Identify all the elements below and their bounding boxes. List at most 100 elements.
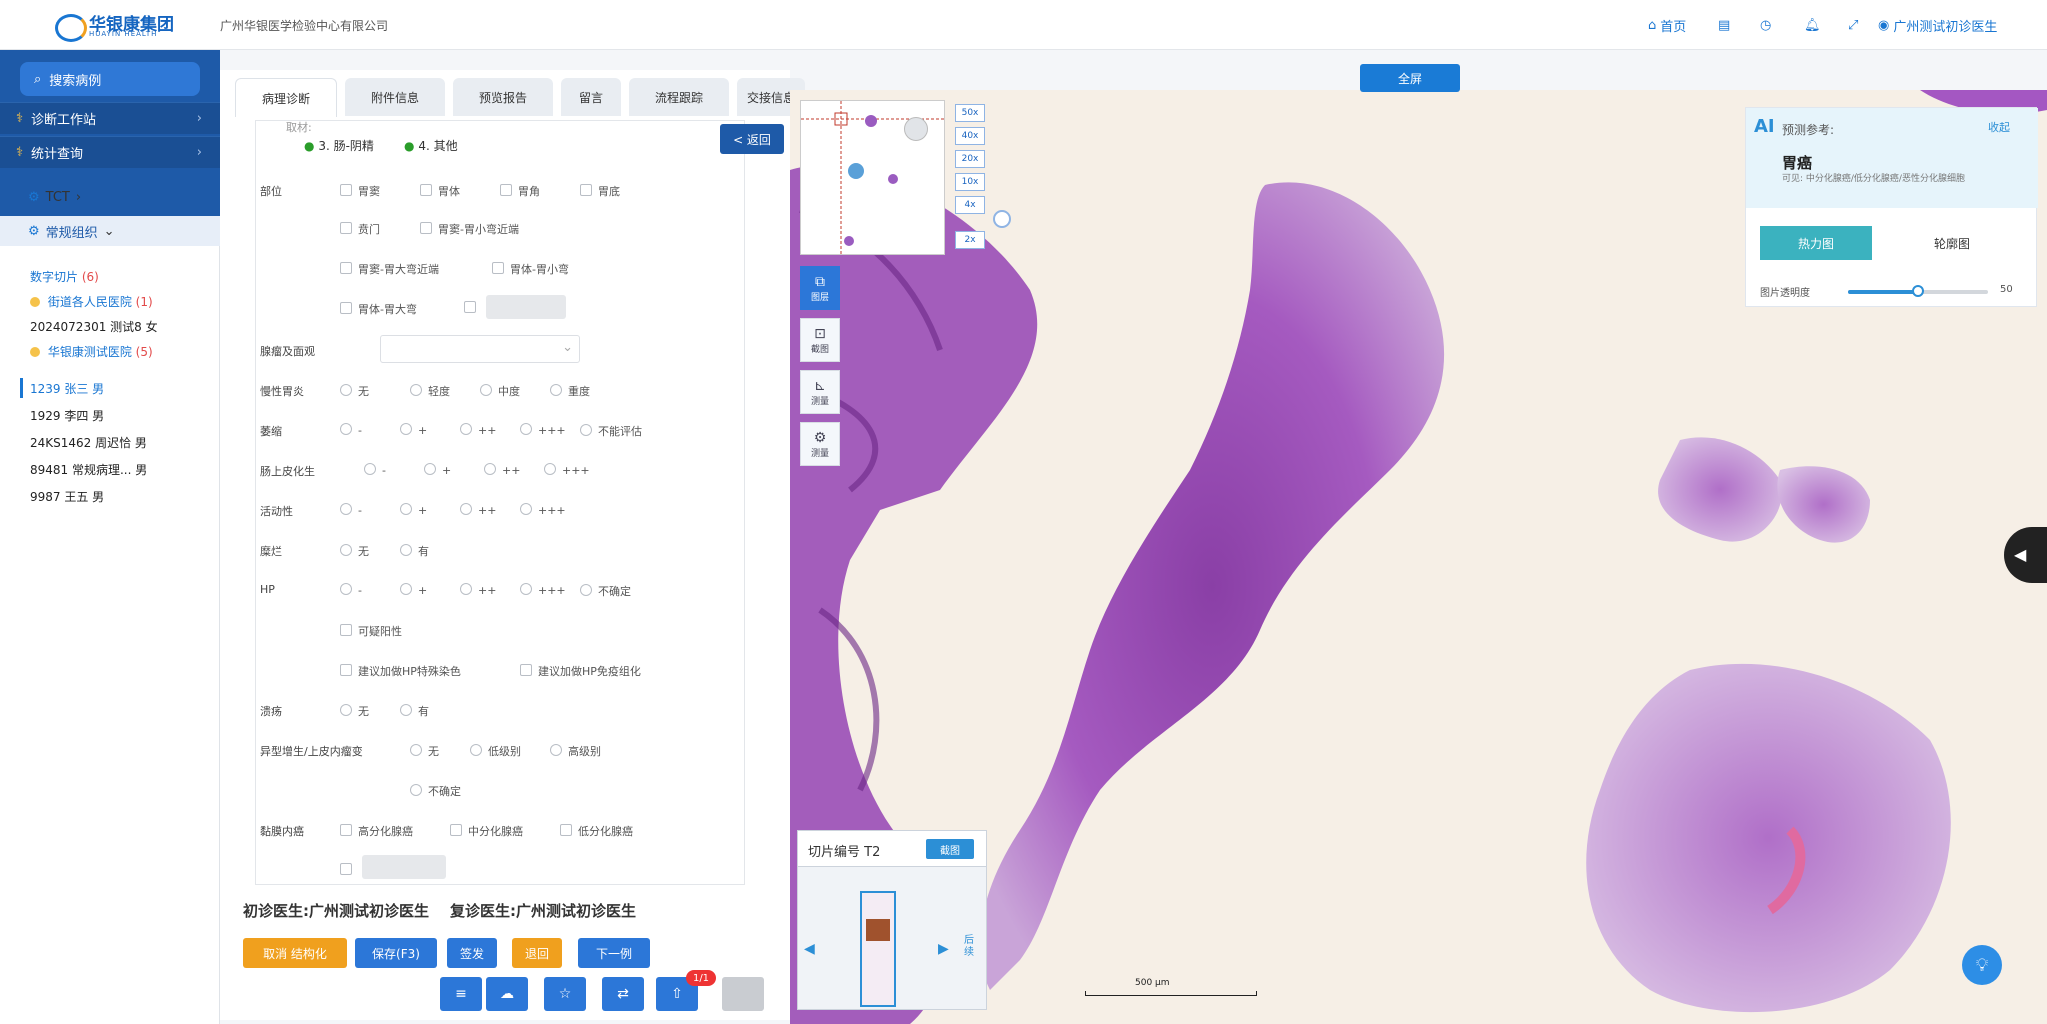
radio-option[interactable]: 无 (340, 383, 369, 399)
search-case-button[interactable]: ⌕ 搜索病例 (20, 62, 200, 96)
measure-tool-button-2[interactable]: ⚙ 测量 (800, 422, 840, 466)
thumbnail-home-icon[interactable] (904, 117, 928, 141)
shuffle-icon[interactable]: ⇄ (602, 977, 644, 1011)
menu-diagnosis-workstation[interactable]: ⚕ 诊断工作站 › (0, 102, 220, 134)
zoom-2x-button[interactable]: 2x (955, 231, 985, 249)
tab-preview-report[interactable]: 预览报告 (453, 78, 553, 116)
radio-option[interactable]: + (424, 463, 451, 477)
case-item[interactable]: 9987 王五 男 (30, 488, 104, 505)
layer-tool-button[interactable]: ⧉ 图层 (800, 266, 840, 310)
option-item[interactable]: ● 4. 其他 (404, 137, 458, 154)
option-item[interactable]: ● 3. 肠-阴精 (304, 137, 374, 154)
checkbox-option[interactable]: 贲门 (340, 221, 380, 237)
ai-close-link[interactable]: 收起 (1988, 119, 2010, 135)
radio-option[interactable]: ++ (484, 463, 520, 477)
radio-option[interactable]: 不确定 (580, 583, 631, 599)
case-item[interactable]: 24KS1462 周迟恰 男 (30, 434, 147, 451)
radio-option[interactable]: 有 (400, 543, 429, 559)
checkbox-option[interactable]: 胃底 (580, 183, 620, 199)
user-menu[interactable]: ◉ 广州测试初诊医生 (1878, 14, 1997, 36)
radio-option[interactable]: ++ (460, 583, 496, 597)
checkbox-option[interactable]: 建议加做HP特殊染色 (340, 663, 461, 679)
back-button[interactable]: < 返回 (720, 124, 784, 154)
radio-option[interactable]: - (340, 423, 362, 437)
brand-logo[interactable]: 华银康集团 HUAYIN HEALTH (55, 10, 215, 42)
save-button[interactable]: 保存(F3) (355, 938, 437, 968)
tab-messages[interactable]: 留言 (561, 78, 621, 116)
tree-hospital[interactable]: 街道各人民医院 (1) (30, 293, 153, 310)
next-slide-icon[interactable]: ▶ (938, 941, 949, 957)
filmstrip-button[interactable]: 截图 (926, 839, 974, 859)
radio-option[interactable]: 轻度 (410, 383, 450, 399)
zoom-10x-button[interactable]: 10x (955, 173, 985, 191)
heatmap-button[interactable]: 热力图 (1760, 226, 1872, 260)
next-case-button[interactable]: 下一例 (578, 938, 650, 968)
sign-button[interactable]: 签发 (447, 938, 497, 968)
checkbox-option[interactable]: 胃体-胃大弯 (340, 301, 417, 317)
clock-icon[interactable]: ◷ (1760, 14, 1771, 36)
tree-hospital[interactable]: 华银康测试医院 (5) (30, 343, 153, 360)
radio-option[interactable]: + (400, 423, 427, 437)
tab-pathology-diagnosis[interactable]: 病理诊断 (235, 78, 337, 117)
zoom-50x-button[interactable]: 50x (955, 104, 985, 122)
radio-option[interactable]: 无 (340, 703, 369, 719)
case-item[interactable]: 89481 常规病理... 男 (30, 461, 147, 478)
checkbox-option[interactable]: 高分化腺癌 (340, 823, 413, 839)
radio-option[interactable]: + (400, 503, 427, 517)
radio-option[interactable]: - (340, 583, 362, 597)
checkbox-option[interactable]: 胃窦-胃小弯近端 (420, 221, 519, 237)
screenshot-tool-button[interactable]: ⊡ 截图 (800, 318, 840, 362)
radio-option[interactable]: 重度 (550, 383, 590, 399)
measure-tool-button[interactable]: ⊾ 测量 (800, 370, 840, 414)
checkbox-option[interactable]: 胃体-胃小弯 (492, 261, 569, 277)
radio-option[interactable]: 无 (410, 743, 439, 759)
radio-option[interactable]: - (340, 503, 362, 517)
checkbox-option[interactable]: 可疑阳性 (340, 623, 402, 639)
checkbox-option[interactable]: 胃窦 (340, 183, 380, 199)
menu-statistics[interactable]: ⚕ 统计查询 › (0, 136, 220, 168)
slide-thumbnail-selected[interactable] (860, 891, 896, 1007)
tab-process-tracking[interactable]: 流程跟踪 (629, 78, 729, 116)
radio-option[interactable]: 高级别 (550, 743, 601, 759)
opacity-slider-track[interactable] (1848, 285, 1988, 297)
case-item[interactable]: 20240723​01 测试8 女 (30, 318, 158, 335)
other-input[interactable] (486, 295, 566, 319)
radio-option[interactable]: 中度 (480, 383, 520, 399)
radio-option[interactable]: - (364, 463, 386, 477)
tree-digital-slides[interactable]: 数字切片 (6) (30, 268, 99, 285)
notes-icon[interactable]: ≡ (440, 977, 482, 1011)
radio-option[interactable]: 有 (400, 703, 429, 719)
case-item-selected[interactable]: 1239 张三 男 (30, 380, 104, 397)
opacity-slider-handle[interactable] (1912, 285, 1924, 297)
cloud-upload-icon[interactable]: ☁ (486, 977, 528, 1011)
radio-option[interactable]: 不能评估 (580, 423, 642, 439)
overview-thumbnail[interactable] (800, 100, 946, 256)
group-tct[interactable]: ⚙ TCT › (0, 182, 220, 212)
contour-button[interactable]: 轮廓图 (1896, 226, 2008, 260)
lightbulb-icon[interactable]: 💡︎ (1962, 945, 2002, 985)
filmstrip-more[interactable]: 后续 (964, 935, 978, 959)
checkbox-option[interactable]: 建议加做HP免疫组化 (520, 663, 641, 679)
radio-option[interactable]: + (400, 583, 427, 597)
checkbox-option[interactable]: 胃角 (500, 183, 540, 199)
checkbox-option[interactable]: 胃体 (420, 183, 460, 199)
group-routine-tissue[interactable]: ⚙ 常规组织 ⌄ (0, 216, 220, 246)
tab-attachments[interactable]: 附件信息 (345, 78, 445, 116)
case-item[interactable]: 1929 李四 男 (30, 407, 104, 424)
radio-option[interactable]: ++ (460, 423, 496, 437)
fullscreen-button[interactable]: 全屏 (1360, 64, 1460, 92)
radio-option[interactable]: +++ (520, 503, 566, 517)
zoom-slider-handle[interactable] (993, 210, 1011, 228)
more-icon[interactable] (722, 977, 764, 1011)
home-link[interactable]: ⌂ 首页 (1648, 14, 1686, 36)
checkbox-option[interactable]: 中分化腺癌 (450, 823, 523, 839)
radio-option[interactable]: 不确定 (410, 783, 461, 799)
cancel-structured-button[interactable]: 取消 结构化 (243, 938, 347, 968)
star-icon[interactable]: ☆ (544, 977, 586, 1011)
prev-slide-icon[interactable]: ◀ (804, 941, 815, 957)
document-icon[interactable]: ▤ (1718, 14, 1730, 36)
select-dropdown[interactable]: ⌄ (380, 335, 580, 363)
bell-icon[interactable]: 🔔︎ (1804, 14, 1821, 36)
radio-option[interactable]: 无 (340, 543, 369, 559)
return-button[interactable]: 退回 (512, 938, 562, 968)
